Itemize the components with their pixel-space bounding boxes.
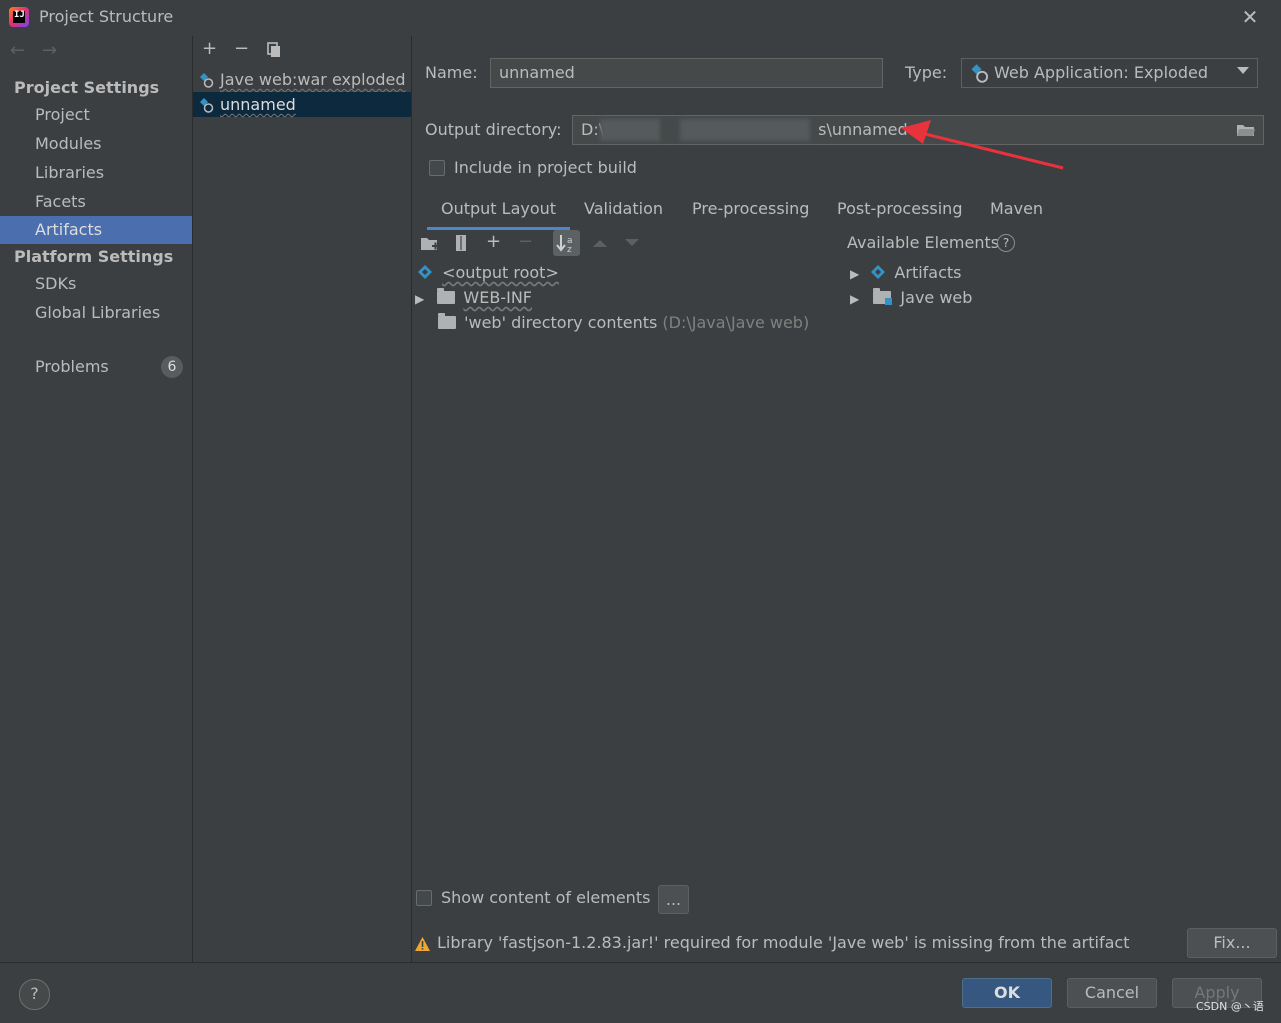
move-down-icon xyxy=(625,239,639,246)
tree-row-label: WEB-INF xyxy=(463,288,532,307)
project-settings-header: Project Settings xyxy=(14,78,160,97)
browse-folder-icon[interactable] xyxy=(1236,123,1256,137)
window-title: Project Structure xyxy=(39,7,174,26)
expand-triangle-icon[interactable]: ▶ xyxy=(415,292,424,306)
artifact-root-icon xyxy=(418,265,432,279)
available-item-label: Jave web xyxy=(900,288,973,307)
more-options-button[interactable]: ... xyxy=(658,885,689,914)
type-select[interactable]: Web Application: Exploded xyxy=(961,58,1258,88)
platform-settings-header: Platform Settings xyxy=(14,247,174,266)
help-circle-icon[interactable]: ? xyxy=(997,234,1015,252)
sort-icon[interactable]: az xyxy=(553,230,580,256)
move-up-icon xyxy=(593,240,607,247)
archive-icon[interactable] xyxy=(453,234,469,252)
problems-count-badge: 6 xyxy=(161,356,183,378)
show-content-checkbox[interactable] xyxy=(416,890,432,906)
back-arrow-icon[interactable]: ← xyxy=(10,40,25,61)
chevron-down-icon[interactable] xyxy=(1237,67,1249,74)
artifact-item-label: unnamed xyxy=(220,95,296,114)
artifact-list-panel xyxy=(193,36,412,962)
output-directory-label: Output directory: xyxy=(425,120,562,139)
tab-validation[interactable]: Validation xyxy=(584,197,663,227)
include-in-build-checkbox[interactable] xyxy=(429,160,445,176)
folder-icon xyxy=(438,313,456,329)
available-elements-header: Available Elements xyxy=(847,233,1000,252)
redaction-blur xyxy=(680,119,810,141)
svg-text:z: z xyxy=(567,245,572,255)
module-folder-icon xyxy=(873,288,893,305)
cancel-button[interactable]: Cancel xyxy=(1067,978,1157,1008)
tab-post-processing[interactable]: Post-processing xyxy=(837,197,962,227)
tab-output-layout[interactable]: Output Layout xyxy=(427,197,571,230)
nav-item-global-libraries[interactable]: Global Libraries xyxy=(0,299,192,327)
watermark: CSDN @丶语 xyxy=(1196,1000,1264,1013)
tab-pre-processing[interactable]: Pre-processing xyxy=(692,197,809,227)
remove-element-icon: − xyxy=(518,231,534,252)
tree-row-path: (D:\Java\Jave web) xyxy=(662,313,810,332)
artifact-item-selected[interactable]: unnamed xyxy=(193,92,411,117)
add-element-icon[interactable]: + xyxy=(486,231,501,252)
web-artifact-icon xyxy=(200,98,214,113)
include-in-build-label: Include in project build xyxy=(454,158,637,177)
artifact-item-label: Jave web:war exploded xyxy=(220,70,406,89)
available-item-jave-web[interactable]: ▶ Jave web xyxy=(850,285,972,310)
nav-item-facets[interactable]: Facets xyxy=(0,188,192,216)
nav-item-artifacts[interactable]: Artifacts xyxy=(0,216,192,244)
help-button[interactable]: ? xyxy=(19,979,50,1010)
nav-item-project[interactable]: Project xyxy=(0,101,192,129)
forward-arrow-icon[interactable]: → xyxy=(42,40,57,61)
warning-icon xyxy=(415,937,430,951)
warning-message: Library 'fastjson-1.2.83.jar!' required … xyxy=(437,933,1130,952)
tab-maven[interactable]: Maven xyxy=(990,197,1043,227)
name-label: Name: xyxy=(425,63,478,82)
artifacts-icon xyxy=(871,265,886,279)
copy-icon[interactable] xyxy=(267,42,281,57)
available-item-artifacts[interactable]: ▶ Artifacts xyxy=(850,260,962,285)
annotation-arrow-icon xyxy=(901,120,1064,170)
fix-button[interactable]: Fix... xyxy=(1187,928,1277,958)
nav-item-libraries[interactable]: Libraries xyxy=(0,159,192,187)
expand-triangle-icon[interactable]: ▶ xyxy=(850,292,859,306)
tree-row-output-root[interactable]: <output root> xyxy=(417,260,559,285)
nav-item-modules[interactable]: Modules xyxy=(0,130,192,158)
add-icon[interactable]: + xyxy=(202,38,217,59)
web-artifact-icon xyxy=(200,73,214,88)
name-input[interactable]: unnamed xyxy=(490,58,883,88)
expand-triangle-icon[interactable]: ▶ xyxy=(850,267,859,281)
tree-row-web-inf[interactable]: ▶ WEB-INF xyxy=(415,285,532,310)
available-item-label: Artifacts xyxy=(894,263,962,282)
remove-icon[interactable]: − xyxy=(234,38,249,59)
tree-row-label: <output root> xyxy=(442,263,559,282)
show-content-label: Show content of elements xyxy=(441,888,651,907)
folder-icon xyxy=(437,288,456,304)
tree-row-web-directory[interactable]: 'web' directory contents (D:\Java\Jave w… xyxy=(438,310,809,335)
close-icon[interactable]: ✕ xyxy=(1240,7,1260,27)
type-label: Type: xyxy=(905,63,948,82)
web-artifact-icon xyxy=(971,64,989,83)
redaction-blur xyxy=(600,119,660,141)
intellij-logo-icon: IJ xyxy=(9,7,29,27)
tree-row-label: 'web' directory contents xyxy=(464,313,658,332)
ok-button[interactable]: OK xyxy=(962,978,1052,1008)
title-bar xyxy=(0,0,1281,36)
new-folder-icon[interactable] xyxy=(420,235,440,253)
nav-item-sdks[interactable]: SDKs xyxy=(0,270,192,298)
artifact-item[interactable]: Jave web:war exploded xyxy=(193,67,411,92)
